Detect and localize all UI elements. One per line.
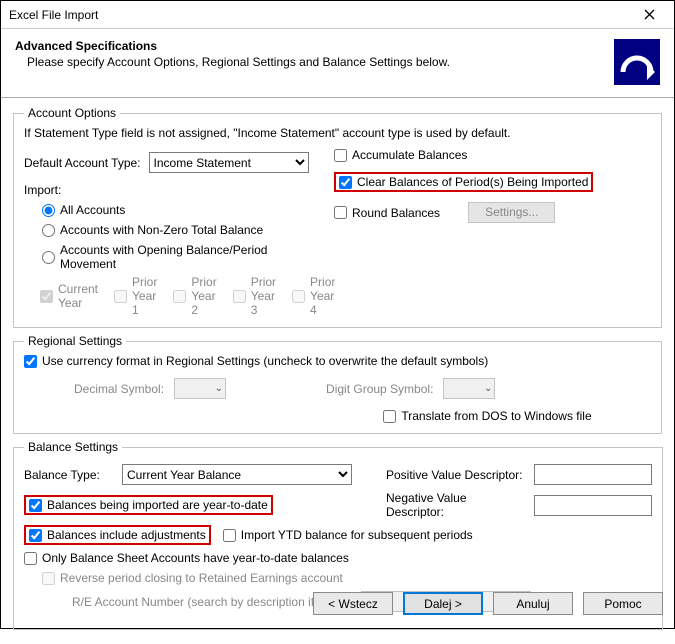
check-prior-year-1: Prior Year 1 (114, 275, 157, 317)
radio-opening-label: Accounts with Opening Balance/Period Mov… (60, 243, 324, 271)
check-ytd[interactable]: Balances being imported are year-to-date (29, 498, 268, 512)
back-button[interactable]: < Wstecz (313, 592, 393, 615)
account-options-legend: Account Options (24, 106, 120, 120)
check-translate-dos[interactable]: Translate from DOS to Windows file (383, 409, 591, 423)
check-import-ytd-subsequent[interactable]: Import YTD balance for subsequent period… (223, 528, 473, 542)
titlebar: Excel File Import (1, 1, 674, 29)
check-prior-year-3: Prior Year 3 (233, 275, 276, 317)
check-round-balances-label: Round Balances (352, 206, 440, 220)
account-note: If Statement Type field is not assigned,… (24, 126, 651, 140)
highlight-adjustments: Balances include adjustments (24, 525, 211, 545)
check-prior-year-4-label: Prior Year 4 (310, 275, 335, 317)
close-icon (644, 9, 655, 20)
check-accumulate-label: Accumulate Balances (352, 148, 467, 162)
positive-descriptor-input[interactable] (534, 464, 652, 485)
import-label: Import: (24, 183, 334, 197)
round-settings-button: Settings... (468, 202, 555, 223)
account-options-group: Account Options If Statement Type field … (13, 106, 662, 328)
check-adjustments[interactable]: Balances include adjustments (29, 528, 206, 542)
chevron-down-icon: ⌄ (215, 383, 223, 394)
help-button[interactable]: Pomoc (583, 592, 663, 615)
check-only-balance-sheet-label: Only Balance Sheet Accounts have year-to… (42, 551, 349, 565)
close-button[interactable] (632, 4, 666, 26)
check-clear-balances-label: Clear Balances of Period(s) Being Import… (357, 175, 588, 189)
default-account-type-label: Default Account Type: (24, 156, 141, 170)
regional-settings-legend: Regional Settings (24, 334, 126, 348)
check-translate-dos-label: Translate from DOS to Windows file (401, 409, 591, 423)
decimal-symbol-label: Decimal Symbol: (74, 382, 164, 396)
check-current-year-label: Current Year (58, 282, 98, 310)
radio-all-accounts-label: All Accounts (60, 203, 125, 217)
highlight-ytd: Balances being imported are year-to-date (24, 495, 273, 515)
check-current-year: Current Year (40, 275, 98, 317)
radio-nonzero-label: Accounts with Non-Zero Total Balance (60, 223, 263, 237)
wizard-footer: < Wstecz Dalej > Anuluj Pomoc (0, 582, 675, 629)
chevron-down-icon: ⌄ (484, 383, 492, 394)
page-title: Advanced Specifications (15, 39, 614, 53)
radio-opening[interactable]: Accounts with Opening Balance/Period Mov… (42, 243, 324, 271)
radio-nonzero[interactable]: Accounts with Non-Zero Total Balance (42, 223, 324, 237)
balance-type-label: Balance Type: (24, 468, 114, 482)
check-import-ytd-subsequent-label: Import YTD balance for subsequent period… (241, 528, 473, 542)
regional-settings-group: Regional Settings Use currency format in… (13, 334, 662, 434)
default-account-type-select[interactable]: Income Statement (149, 152, 309, 173)
window-title: Excel File Import (9, 8, 98, 22)
check-prior-year-2: Prior Year 2 (173, 275, 216, 317)
check-accumulate[interactable]: Accumulate Balances (334, 148, 641, 162)
check-only-balance-sheet[interactable]: Only Balance Sheet Accounts have year-to… (24, 551, 349, 565)
wizard-header: Advanced Specifications Please specify A… (1, 29, 674, 98)
check-clear-balances[interactable]: Clear Balances of Period(s) Being Import… (339, 175, 588, 189)
check-adjustments-label: Balances include adjustments (47, 528, 206, 542)
cancel-button[interactable]: Anuluj (493, 592, 573, 615)
check-prior-year-2-label: Prior Year 2 (191, 275, 216, 317)
negative-descriptor-input[interactable] (534, 495, 652, 516)
highlight-clear-balances: Clear Balances of Period(s) Being Import… (334, 172, 593, 192)
balance-settings-legend: Balance Settings (24, 440, 122, 454)
balance-type-select[interactable]: Current Year Balance (122, 464, 352, 485)
check-ytd-label: Balances being imported are year-to-date (47, 498, 268, 512)
check-currency-format[interactable]: Use currency format in Regional Settings… (24, 354, 641, 368)
decimal-symbol-select: ⌄ (174, 378, 226, 399)
positive-descriptor-label: Positive Value Descriptor: (386, 468, 526, 482)
check-prior-year-3-label: Prior Year 3 (251, 275, 276, 317)
digit-group-label: Digit Group Symbol: (326, 382, 433, 396)
page-subtitle: Please specify Account Options, Regional… (27, 55, 614, 69)
digit-group-select: ⌄ (443, 378, 495, 399)
check-currency-format-label: Use currency format in Regional Settings… (42, 354, 488, 368)
next-button[interactable]: Dalej > (403, 592, 483, 615)
radio-all-accounts[interactable]: All Accounts (42, 203, 324, 217)
wizard-icon (614, 39, 660, 85)
check-prior-year-4: Prior Year 4 (292, 275, 335, 317)
negative-descriptor-label: Negative Value Descriptor: (386, 491, 526, 519)
check-round-balances[interactable]: Round Balances (334, 206, 440, 220)
check-prior-year-1-label: Prior Year 1 (132, 275, 157, 317)
